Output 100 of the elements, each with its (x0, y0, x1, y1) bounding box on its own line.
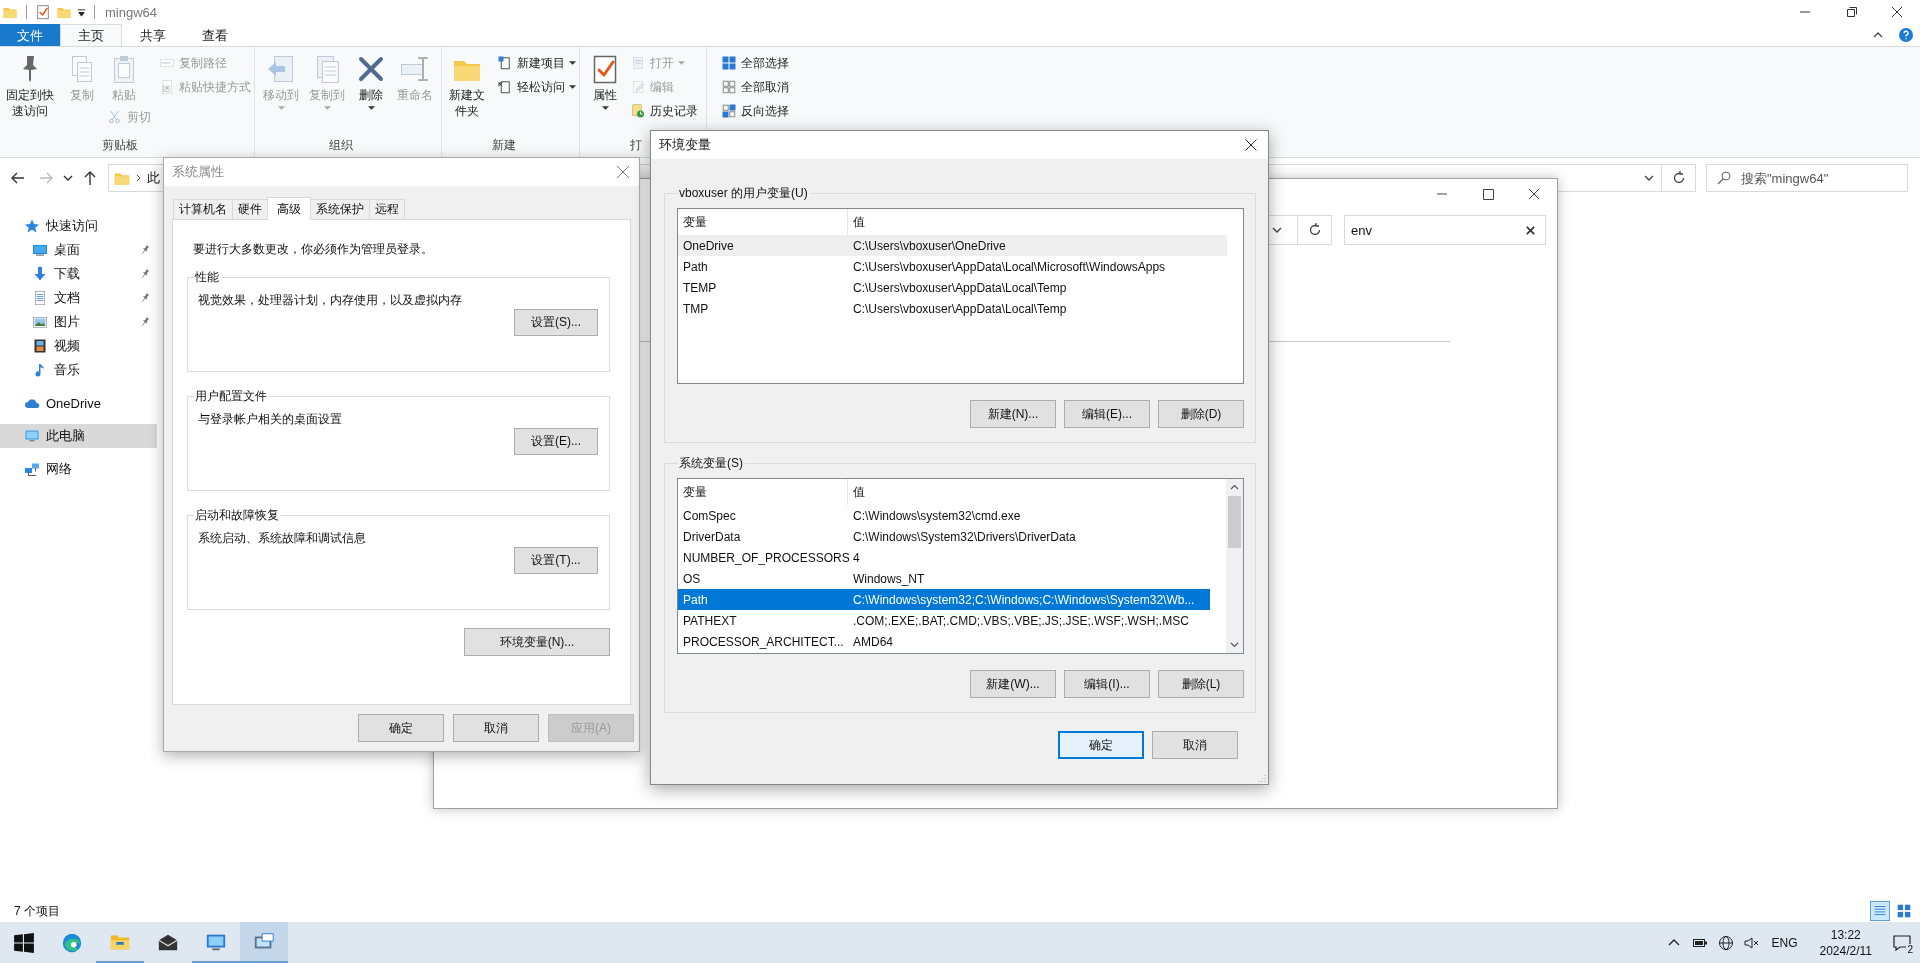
empty-grid-icon (721, 79, 737, 95)
list-row[interactable]: Path C:\Windows\system32;C:\Windows;C:\Windows\System32\Wb... (678, 589, 1210, 610)
table-cell-text: PROCESSOR_ARCHITECT... (682, 634, 845, 649)
speech-bubble-icon (1892, 932, 1912, 953)
speaker-muted-icon[interactable] (1744, 934, 1761, 951)
table-cell-text: C:\Windows\system32\cmd.exe (852, 508, 1022, 523)
search-field[interactable]: env (1344, 215, 1546, 245)
ribbon-tab[interactable]: 共享 (122, 24, 184, 46)
sidebar-item[interactable]: 网络 (0, 457, 157, 481)
search-icon (1716, 170, 1732, 186)
list-row[interactable]: NUMBER_OF_PROCESSORS 4 (678, 547, 1210, 568)
start-icon (13, 931, 35, 954)
help-icon[interactable] (1898, 27, 1914, 43)
clock[interactable]: 13:22 2024/2/11 (1819, 926, 1872, 959)
network-icon (24, 461, 40, 477)
dialog-button[interactable]: 取消 (1152, 731, 1238, 759)
list-button[interactable]: 编辑(I)... (1064, 670, 1150, 698)
list-row[interactable]: OneDrive C:\Users\vboxuser\OneDrive (678, 235, 1227, 256)
list-row[interactable]: DriverData C:\Windows\System32\Drivers\DriverData (678, 526, 1210, 547)
scroll-thumb[interactable] (1228, 496, 1241, 548)
column-header[interactable]: 变量 (678, 479, 848, 505)
computer-icon (24, 428, 40, 444)
dialog-tab[interactable]: 远程 (369, 199, 405, 219)
sidebar-item[interactable]: OneDrive (0, 391, 157, 415)
settings-button[interactable]: 设置(T)... (514, 547, 598, 574)
sidebar-item[interactable]: 快速访问 (0, 214, 157, 238)
refresh-button[interactable] (1662, 164, 1696, 192)
checked-document-icon[interactable] (35, 4, 51, 20)
group-label: 剪贴板 (102, 138, 138, 152)
ribbon-button[interactable]: 轻松访问 (494, 75, 579, 99)
ribbon-tab[interactable]: 查看 (184, 24, 246, 46)
column-header[interactable]: 值 (848, 479, 1210, 505)
ribbon-button[interactable]: 新建文件夹 (442, 51, 492, 121)
ribbon-button[interactable]: 全部选择 (718, 51, 792, 75)
sidebar-item[interactable]: 视频 (0, 334, 157, 358)
settings-button[interactable]: 设置(E)... (514, 428, 598, 455)
sidebar-item[interactable]: 图片 (0, 310, 157, 334)
list-row[interactable]: Path C:\Users\vboxuser\AppData\Local\Microsoft\WindowsApps (678, 256, 1227, 277)
sidebar-item[interactable]: 下载 (0, 262, 157, 286)
ribbon-button[interactable]: 全部取消 (718, 75, 792, 99)
column-header[interactable]: 值 (848, 209, 1227, 235)
list-button[interactable]: 新建(W)... (970, 670, 1056, 698)
globe-icon[interactable] (1718, 934, 1735, 951)
list-row[interactable]: ComSpec C:\Windows\system32\cmd.exe (678, 505, 1210, 526)
ribbon-tab[interactable]: 文件 (0, 24, 60, 46)
dialog-button[interactable]: 确定 (1058, 731, 1144, 759)
ribbon-button[interactable]: 历史记录 (627, 99, 701, 123)
list-button[interactable]: 删除(L) (1158, 670, 1244, 698)
dialog-button[interactable]: 确定 (358, 714, 444, 742)
group-label: 用户配置文件 (194, 388, 268, 405)
document-icon (630, 55, 646, 71)
language-indicator[interactable]: ENG (1771, 935, 1798, 950)
dropdown-icon[interactable] (77, 7, 86, 17)
clear-icon[interactable] (1525, 225, 1536, 236)
caret-icon (601, 106, 609, 111)
table-cell-text: NUMBER_OF_PROCESSORS (682, 550, 848, 565)
table-cell-text: Path (682, 259, 709, 274)
list-row[interactable]: PROCESSOR_ARCHITECT... AMD64 (678, 631, 1210, 652)
table-cell-text: 4 (852, 550, 861, 565)
monitor-icon (32, 242, 48, 258)
ribbon-button[interactable]: 新建项目 (494, 51, 579, 75)
dialog-tab[interactable]: 高级 (267, 197, 311, 220)
shortcut-icon (159, 79, 175, 95)
table-cell-text: OneDrive (682, 238, 735, 253)
search-field[interactable]: 搜索"mingw64" (1706, 164, 1908, 192)
list-button[interactable]: 编辑(E)... (1064, 400, 1150, 428)
list-button[interactable]: 新建(N)... (970, 400, 1056, 428)
sidebar-item[interactable]: 桌面 (0, 238, 157, 262)
environment-variables-button[interactable]: 环境变量(N)... (464, 628, 610, 656)
table-cell-text: AMD64 (852, 634, 894, 649)
sidebar-item[interactable]: 文档 (0, 286, 157, 310)
ribbon-button[interactable]: 删除 (351, 51, 391, 113)
browser-icon (61, 931, 83, 954)
dialog-tab[interactable]: 计算机名 (173, 199, 233, 219)
notice-text: 要进行大多数更改，你必须作为管理员登录。 (192, 241, 434, 258)
refresh-button[interactable] (1298, 215, 1332, 245)
ribbon-button[interactable]: 固定到快速访问 (0, 51, 60, 121)
sidebar-item[interactable]: 此电脑 (0, 424, 157, 448)
list-row[interactable]: TMP C:\Users\vboxuser\AppData\Local\Temp (678, 298, 1227, 319)
grid-icon (721, 55, 737, 71)
address-text: 此 (147, 169, 160, 187)
resize-grip-icon[interactable] (1256, 772, 1266, 782)
table-cell-text: C:\Users\vboxuser\AppData\Local\Temp (852, 301, 1068, 316)
list-button[interactable]: 删除(D) (1158, 400, 1244, 428)
ribbon-button[interactable]: 反向选择 (718, 99, 792, 123)
ribbon-tab[interactable]: 主页 (60, 24, 122, 46)
list-row[interactable]: OS Windows_NT (678, 568, 1210, 589)
group-description: 视觉效果，处理器计划，内存使用，以及虚拟内存 (198, 292, 463, 309)
list-row[interactable]: PATHEXT .COM;.EXE;.BAT;.CMD;.VBS;.VBE;.JS;.JSE;.WSF;.WSH;.MSC (678, 610, 1210, 631)
table-cell-text: Path (682, 592, 709, 607)
scrollbar[interactable] (1226, 479, 1243, 653)
sidebar-item[interactable]: 音乐 (0, 358, 157, 382)
ribbon-button[interactable]: 属性 (585, 51, 625, 113)
settings-button[interactable]: 设置(S)... (514, 309, 598, 336)
details-view-icon[interactable] (1870, 901, 1890, 921)
notification-button[interactable]: 2 (1884, 922, 1920, 963)
dialog-title: 系统属性 (172, 163, 224, 181)
dialog-button[interactable]: 取消 (453, 714, 539, 742)
group-label: 新建 (491, 138, 516, 152)
list-row[interactable]: TEMP C:\Users\vboxuser\AppData\Local\Temp (678, 277, 1227, 298)
